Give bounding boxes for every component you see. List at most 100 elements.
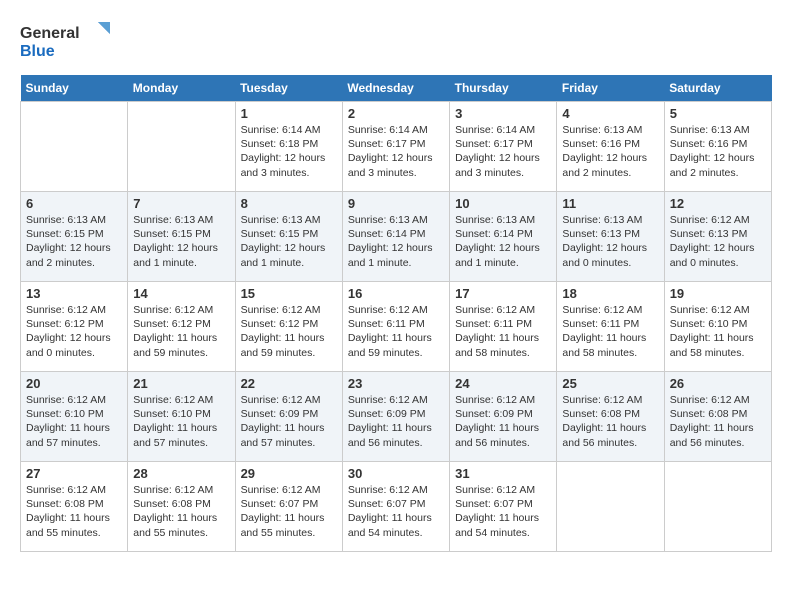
day-number: 1 <box>241 106 337 121</box>
day-number: 2 <box>348 106 444 121</box>
day-header-monday: Monday <box>128 75 235 102</box>
day-info: Sunrise: 6:12 AM Sunset: 6:12 PM Dayligh… <box>241 303 337 360</box>
calendar-cell: 9Sunrise: 6:13 AM Sunset: 6:14 PM Daylig… <box>342 192 449 282</box>
calendar-cell <box>557 462 664 552</box>
day-number: 8 <box>241 196 337 211</box>
day-info: Sunrise: 6:12 AM Sunset: 6:11 PM Dayligh… <box>348 303 444 360</box>
day-number: 17 <box>455 286 551 301</box>
calendar-cell: 21 Sunrise: 6:12 AM Sunset: 6:10 PM Dayli… <box>128 372 235 462</box>
svg-text:Blue: Blue <box>20 43 55 60</box>
calendar-week-row: 13 Sunrise: 6:12 AM Sunset: 6:12 PM Dayli… <box>21 282 772 372</box>
calendar-cell: 19 Sunrise: 6:12 AM Sunset: 6:10 PM Dayli… <box>664 282 771 372</box>
calendar-week-row: 20 Sunrise: 6:12 AM Sunset: 6:10 PM Dayli… <box>21 372 772 462</box>
calendar-cell: 15 Sunrise: 6:12 AM Sunset: 6:12 PM Dayli… <box>235 282 342 372</box>
day-info: Sunrise: 6:12 AM Sunset: 6:08 PM Dayligh… <box>26 483 122 540</box>
day-number: 15 <box>241 286 337 301</box>
page-header: General Blue <box>20 20 772 65</box>
calendar-cell: 4 Sunrise: 6:13 AM Sunset: 6:16 PM Daylig… <box>557 102 664 192</box>
calendar-cell: 31 Sunrise: 6:12 AM Sunset: 6:07 PM Dayli… <box>450 462 557 552</box>
day-info: Sunrise: 6:12 AM Sunset: 6:07 PM Dayligh… <box>455 483 551 540</box>
calendar-week-row: 1 Sunrise: 6:14 AM Sunset: 6:18 PM Daylig… <box>21 102 772 192</box>
day-info: Sunrise: 6:12 AM Sunset: 6:08 PM Dayligh… <box>670 393 766 450</box>
day-number: 19 <box>670 286 766 301</box>
day-info: Sunrise: 6:13 AM Sunset: 6:14 PM Dayligh… <box>455 213 551 270</box>
calendar-table: SundayMondayTuesdayWednesdayThursdayFrid… <box>20 75 772 552</box>
calendar-week-row: 6Sunrise: 6:13 AM Sunset: 6:15 PM Daylig… <box>21 192 772 282</box>
calendar-cell: 18 Sunrise: 6:12 AM Sunset: 6:11 PM Dayli… <box>557 282 664 372</box>
day-number: 28 <box>133 466 229 481</box>
day-number: 16 <box>348 286 444 301</box>
day-info: Sunrise: 6:12 AM Sunset: 6:10 PM Dayligh… <box>133 393 229 450</box>
day-info: Sunrise: 6:12 AM Sunset: 6:07 PM Dayligh… <box>348 483 444 540</box>
calendar-cell: 1 Sunrise: 6:14 AM Sunset: 6:18 PM Daylig… <box>235 102 342 192</box>
calendar-cell: 27 Sunrise: 6:12 AM Sunset: 6:08 PM Dayli… <box>21 462 128 552</box>
calendar-cell: 30 Sunrise: 6:12 AM Sunset: 6:07 PM Dayli… <box>342 462 449 552</box>
day-info: Sunrise: 6:13 AM Sunset: 6:15 PM Dayligh… <box>241 213 337 270</box>
calendar-cell: 16 Sunrise: 6:12 AM Sunset: 6:11 PM Dayli… <box>342 282 449 372</box>
calendar-cell: 23 Sunrise: 6:12 AM Sunset: 6:09 PM Dayli… <box>342 372 449 462</box>
calendar-cell: 11 Sunrise: 6:13 AM Sunset: 6:13 PM Dayli… <box>557 192 664 282</box>
calendar-header-row: SundayMondayTuesdayWednesdayThursdayFrid… <box>21 75 772 102</box>
day-info: Sunrise: 6:12 AM Sunset: 6:08 PM Dayligh… <box>562 393 658 450</box>
day-number: 31 <box>455 466 551 481</box>
calendar-cell: 13 Sunrise: 6:12 AM Sunset: 6:12 PM Dayli… <box>21 282 128 372</box>
day-number: 20 <box>26 376 122 391</box>
day-info: Sunrise: 6:13 AM Sunset: 6:16 PM Dayligh… <box>562 123 658 180</box>
day-number: 11 <box>562 196 658 211</box>
calendar-cell: 26 Sunrise: 6:12 AM Sunset: 6:08 PM Dayli… <box>664 372 771 462</box>
day-number: 22 <box>241 376 337 391</box>
day-number: 25 <box>562 376 658 391</box>
day-info: Sunrise: 6:13 AM Sunset: 6:16 PM Dayligh… <box>670 123 766 180</box>
day-info: Sunrise: 6:13 AM Sunset: 6:15 PM Dayligh… <box>26 213 122 270</box>
day-info: Sunrise: 6:12 AM Sunset: 6:09 PM Dayligh… <box>455 393 551 450</box>
calendar-cell: 6Sunrise: 6:13 AM Sunset: 6:15 PM Daylig… <box>21 192 128 282</box>
calendar-cell: 17 Sunrise: 6:12 AM Sunset: 6:11 PM Dayli… <box>450 282 557 372</box>
calendar-cell: 2 Sunrise: 6:14 AM Sunset: 6:17 PM Daylig… <box>342 102 449 192</box>
day-number: 27 <box>26 466 122 481</box>
logo: General Blue <box>20 20 110 65</box>
calendar-week-row: 27 Sunrise: 6:12 AM Sunset: 6:08 PM Dayli… <box>21 462 772 552</box>
day-info: Sunrise: 6:14 AM Sunset: 6:18 PM Dayligh… <box>241 123 337 180</box>
calendar-cell: 28 Sunrise: 6:12 AM Sunset: 6:08 PM Dayli… <box>128 462 235 552</box>
day-header-saturday: Saturday <box>664 75 771 102</box>
day-number: 7 <box>133 196 229 211</box>
calendar-cell <box>128 102 235 192</box>
day-info: Sunrise: 6:14 AM Sunset: 6:17 PM Dayligh… <box>455 123 551 180</box>
day-number: 4 <box>562 106 658 121</box>
day-info: Sunrise: 6:13 AM Sunset: 6:13 PM Dayligh… <box>562 213 658 270</box>
day-info: Sunrise: 6:12 AM Sunset: 6:07 PM Dayligh… <box>241 483 337 540</box>
day-info: Sunrise: 6:12 AM Sunset: 6:10 PM Dayligh… <box>670 303 766 360</box>
day-number: 21 <box>133 376 229 391</box>
day-number: 3 <box>455 106 551 121</box>
day-info: Sunrise: 6:12 AM Sunset: 6:09 PM Dayligh… <box>241 393 337 450</box>
day-info: Sunrise: 6:12 AM Sunset: 6:09 PM Dayligh… <box>348 393 444 450</box>
day-info: Sunrise: 6:13 AM Sunset: 6:14 PM Dayligh… <box>348 213 444 270</box>
logo-svg: General Blue <box>20 20 110 65</box>
calendar-cell: 24Sunrise: 6:12 AM Sunset: 6:09 PM Dayli… <box>450 372 557 462</box>
day-header-friday: Friday <box>557 75 664 102</box>
day-number: 12 <box>670 196 766 211</box>
day-info: Sunrise: 6:12 AM Sunset: 6:11 PM Dayligh… <box>562 303 658 360</box>
calendar-cell: 8 Sunrise: 6:13 AM Sunset: 6:15 PM Daylig… <box>235 192 342 282</box>
day-header-tuesday: Tuesday <box>235 75 342 102</box>
calendar-cell <box>21 102 128 192</box>
day-number: 23 <box>348 376 444 391</box>
day-number: 26 <box>670 376 766 391</box>
day-info: Sunrise: 6:12 AM Sunset: 6:12 PM Dayligh… <box>26 303 122 360</box>
calendar-cell: 22 Sunrise: 6:12 AM Sunset: 6:09 PM Dayli… <box>235 372 342 462</box>
day-number: 18 <box>562 286 658 301</box>
day-info: Sunrise: 6:14 AM Sunset: 6:17 PM Dayligh… <box>348 123 444 180</box>
svg-text:General: General <box>20 25 80 42</box>
day-number: 5 <box>670 106 766 121</box>
calendar-cell: 3 Sunrise: 6:14 AM Sunset: 6:17 PM Daylig… <box>450 102 557 192</box>
day-number: 30 <box>348 466 444 481</box>
day-info: Sunrise: 6:12 AM Sunset: 6:12 PM Dayligh… <box>133 303 229 360</box>
day-number: 14 <box>133 286 229 301</box>
day-info: Sunrise: 6:13 AM Sunset: 6:15 PM Dayligh… <box>133 213 229 270</box>
day-info: Sunrise: 6:12 AM Sunset: 6:08 PM Dayligh… <box>133 483 229 540</box>
calendar-cell: 20Sunrise: 6:12 AM Sunset: 6:10 PM Dayli… <box>21 372 128 462</box>
day-number: 13 <box>26 286 122 301</box>
day-info: Sunrise: 6:12 AM Sunset: 6:11 PM Dayligh… <box>455 303 551 360</box>
calendar-cell: 29Sunrise: 6:12 AM Sunset: 6:07 PM Dayli… <box>235 462 342 552</box>
day-header-wednesday: Wednesday <box>342 75 449 102</box>
